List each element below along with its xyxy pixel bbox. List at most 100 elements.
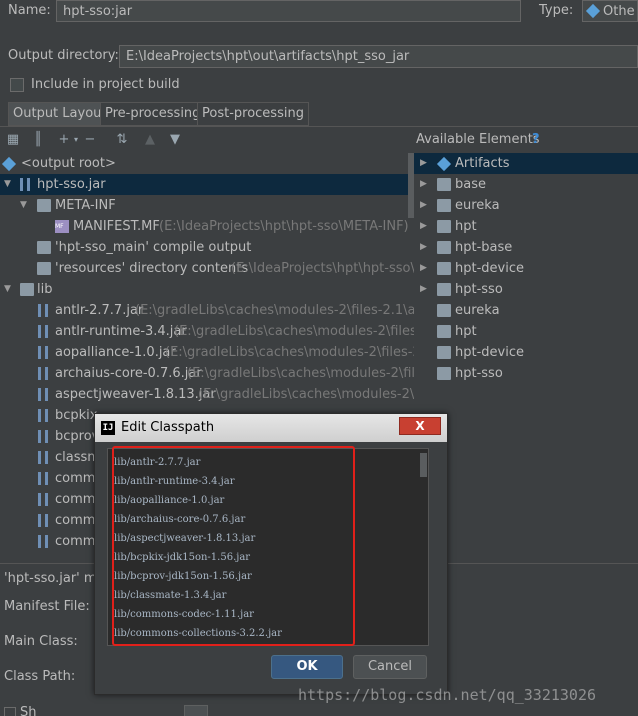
module-icon <box>437 199 451 212</box>
jar-icon <box>38 451 48 464</box>
tree-row-label: 'resources' directory contents <box>55 261 249 276</box>
jar-icon <box>38 430 48 443</box>
sort-icon[interactable]: ⇅ <box>114 132 130 148</box>
available-row-module[interactable]: hpt-device <box>414 342 638 363</box>
folder-icon <box>37 262 51 275</box>
add-folder-icon[interactable]: ▦ <box>5 132 21 148</box>
available-row-module[interactable]: hpt-sso <box>414 363 638 384</box>
available-row-label: hpt-sso <box>455 366 503 381</box>
available-row-module[interactable]: hpt <box>414 321 638 342</box>
available-row-label: hpt-device <box>455 261 524 276</box>
available-row-module[interactable]: ▶ hpt-device <box>414 258 638 279</box>
jar-icon <box>38 304 48 317</box>
tab-post-processing[interactable]: Post-processing <box>197 102 309 126</box>
tree-row-output-root[interactable]: <output root> <box>0 153 414 174</box>
tab-pre-processing[interactable]: Pre-processing <box>100 102 206 126</box>
tree-row-path: (E:\IdeaProjects\hpt\hpt-sso\META-INF) <box>159 219 409 234</box>
available-row-label: hpt-device <box>455 345 524 360</box>
help-icon[interactable]: ? <box>532 132 540 147</box>
available-row-label: eureka <box>455 198 500 213</box>
collapse-arrow-icon: ▶ <box>420 242 427 252</box>
module-icon <box>437 304 451 317</box>
available-row-module[interactable]: eureka <box>414 300 638 321</box>
show-checkbox[interactable] <box>4 707 16 716</box>
dialog-titlebar[interactable]: IJ Edit Classpath X <box>95 414 447 442</box>
tree-row-path: (E:\gradleLibs\caches\modules-2\files-2 <box>187 366 414 381</box>
module-icon <box>437 262 451 275</box>
tree-row-label: MANIFEST.MF <box>73 219 160 234</box>
available-row-label: hpt-sso <box>455 282 503 297</box>
tree-row-jar[interactable]: antlr-runtime-3.4.jar (E:\gradleLibs\cac… <box>0 321 414 342</box>
move-up-icon[interactable]: ▲ <box>142 132 158 148</box>
add-jar-icon[interactable]: ║ <box>30 132 46 148</box>
type-label: Type: <box>539 3 574 18</box>
tree-row-jar[interactable]: antlr-2.7.7.jar (E:\gradleLibs\caches\mo… <box>0 300 414 321</box>
tree-row-label: bcprov <box>55 429 100 444</box>
tree-row-jar[interactable]: archaius-core-0.7.6.jar (E:\gradleLibs\c… <box>0 363 414 384</box>
tree-row-jar[interactable]: aopalliance-1.0.jar (E:\gradleLibs\cache… <box>0 342 414 363</box>
available-row-module[interactable]: ▶ eureka <box>414 195 638 216</box>
tree-row-path: (E:\gradleLibs\caches\modules-2\files-2.… <box>135 303 414 318</box>
tree-row-label: antlr-2.7.7.jar <box>55 303 144 318</box>
type-icon <box>585 3 601 19</box>
tree-row-jar[interactable]: aspectjweaver-1.8.13.jar (E:\gradleLibs\… <box>0 384 414 405</box>
ok-button[interactable]: OK <box>271 655 343 679</box>
tree-row-path: (E:\gradleLibs\caches\modules-2\files-2.… <box>165 345 414 360</box>
tree-row-lib[interactable]: ▼ lib <box>0 279 414 300</box>
module-icon <box>437 346 451 359</box>
include-build-checkbox[interactable] <box>10 78 24 92</box>
tree-row-label: hpt-sso.jar <box>37 177 106 192</box>
jar-icon <box>38 514 48 527</box>
available-row-artifacts[interactable]: ▶ Artifacts <box>414 153 638 174</box>
module-icon <box>437 220 451 233</box>
collapse-arrow-icon: ▶ <box>420 284 427 294</box>
available-row-module[interactable]: ▶ base <box>414 174 638 195</box>
close-icon[interactable]: X <box>399 417 441 435</box>
type-value: Othe <box>603 4 635 19</box>
tree-row-label: aspectjweaver-1.8.13.jar <box>55 387 216 402</box>
tree-row-hpt-sso-jar[interactable]: ▼ hpt-sso.jar <box>0 174 414 195</box>
include-build-label: Include in project build <box>31 77 180 92</box>
available-row-module[interactable]: ▶ hpt-sso <box>414 279 638 300</box>
browse-button[interactable] <box>184 705 208 716</box>
jar-icon <box>38 472 48 485</box>
name-input[interactable]: hpt-sso:jar <box>56 0 521 22</box>
move-down-icon[interactable]: ▼ <box>167 132 183 148</box>
manifest-file-icon: MF <box>55 220 69 233</box>
module-icon <box>437 241 451 254</box>
tab-output-layout[interactable]: Output Layout <box>8 102 112 126</box>
remove-icon[interactable]: − <box>82 132 98 148</box>
tree-row-label: aopalliance-1.0.jar <box>55 345 176 360</box>
available-row-module[interactable]: ▶ hpt <box>414 216 638 237</box>
available-row-label: hpt <box>455 219 477 234</box>
tree-row-label: archaius-core-0.7.6.jar <box>55 366 202 381</box>
textarea-scrollbar[interactable] <box>420 453 427 477</box>
highlight-box <box>112 446 355 646</box>
tree-row-meta-inf[interactable]: ▼ META-INF <box>0 195 414 216</box>
available-row-module[interactable]: ▶ hpt-base <box>414 237 638 258</box>
jar-icon <box>20 178 30 191</box>
cancel-button[interactable]: Cancel <box>353 655 427 679</box>
collapse-arrow-icon: ▶ <box>420 221 427 231</box>
tree-row-path: (E:\IdeaProjects\hpt\hpt-sso\src <box>231 261 414 276</box>
manifest-file-label: Manifest File: <box>4 599 90 614</box>
watermark-text: https://blog.csdn.net/qq_33213026 <box>298 686 597 704</box>
jar-icon <box>38 346 48 359</box>
collapse-arrow-icon: ▶ <box>420 200 427 210</box>
tab-divider <box>0 126 638 127</box>
module-output-icon <box>37 241 51 254</box>
dialog-title: Edit Classpath <box>121 420 215 435</box>
jar-icon <box>38 409 48 422</box>
tree-row-resources[interactable]: 'resources' directory contents (E:\IdeaP… <box>0 258 414 279</box>
name-label: Name: <box>8 3 51 18</box>
module-icon <box>437 367 451 380</box>
tree-row-label: comm <box>55 513 96 528</box>
output-root-icon <box>1 156 17 172</box>
type-select[interactable]: Othe <box>582 0 638 22</box>
tree-row-compile-output[interactable]: 'hpt-sso_main' compile output <box>0 237 414 258</box>
tree-row-label: lib <box>37 282 53 297</box>
collapse-arrow-icon: ▶ <box>420 158 427 168</box>
output-dir-input[interactable]: E:\IdeaProjects\hpt\out\artifacts\hpt_ss… <box>119 45 638 68</box>
tree-row-manifest[interactable]: MF MANIFEST.MF (E:\IdeaProjects\hpt\hpt-… <box>0 216 414 237</box>
available-row-label: Artifacts <box>455 156 510 171</box>
